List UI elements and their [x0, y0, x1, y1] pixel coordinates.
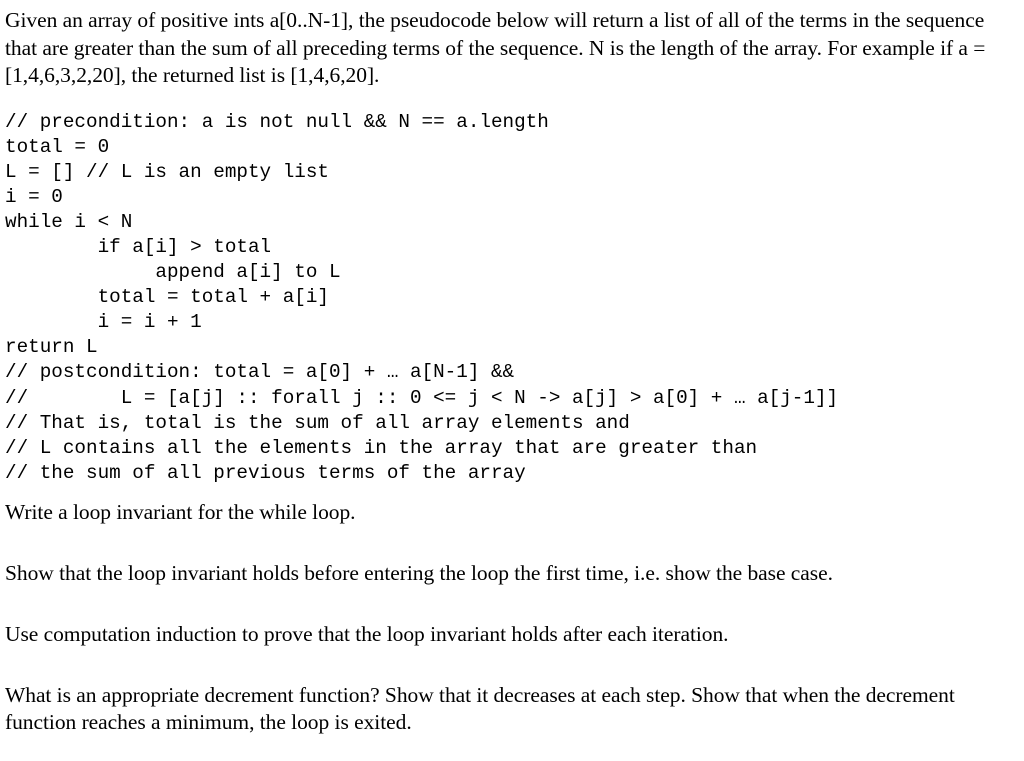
- pseudocode-line: // L contains all the elements in the ar…: [5, 436, 758, 459]
- question-item: What is an appropriate decrement functio…: [5, 682, 955, 735]
- pseudocode-line: i = i + 1: [5, 311, 202, 334]
- question-item: Write a loop invariant for the while loo…: [5, 499, 356, 524]
- document-page: Given an array of positive ints a[0..N-1…: [0, 0, 1024, 761]
- pseudocode-block: // precondition: a is not null && N == a…: [5, 110, 1018, 486]
- question-item: Show that the loop invariant holds befor…: [5, 560, 833, 585]
- pseudocode-line: while i < N: [5, 210, 133, 233]
- pseudocode-line: // the sum of all previous terms of the …: [5, 461, 526, 484]
- pseudocode-line: append a[i] to L: [5, 261, 341, 284]
- question-item: Use computation induction to prove that …: [5, 621, 729, 646]
- pseudocode-line: i = 0: [5, 185, 63, 208]
- pseudocode-line: // precondition: a is not null && N == a…: [5, 110, 549, 133]
- pseudocode-line: // That is, total is the sum of all arra…: [5, 411, 630, 434]
- pseudocode-line: // postcondition: total = a[0] + … a[N-1…: [5, 361, 515, 384]
- pseudocode-line: total = 0: [5, 135, 110, 158]
- intro-paragraph: Given an array of positive ints a[0..N-1…: [5, 8, 986, 87]
- question-list: Write a loop invariant for the while loo…: [5, 499, 1018, 737]
- pseudocode-line: total = total + a[i]: [5, 286, 329, 309]
- pseudocode-line: return L: [5, 336, 98, 359]
- pseudocode-line: L = [] // L is an empty list: [5, 160, 329, 183]
- pseudocode-line: // L = [a[j] :: forall j :: 0 <= j < N -…: [5, 386, 839, 409]
- pseudocode-line: if a[i] > total: [5, 235, 272, 258]
